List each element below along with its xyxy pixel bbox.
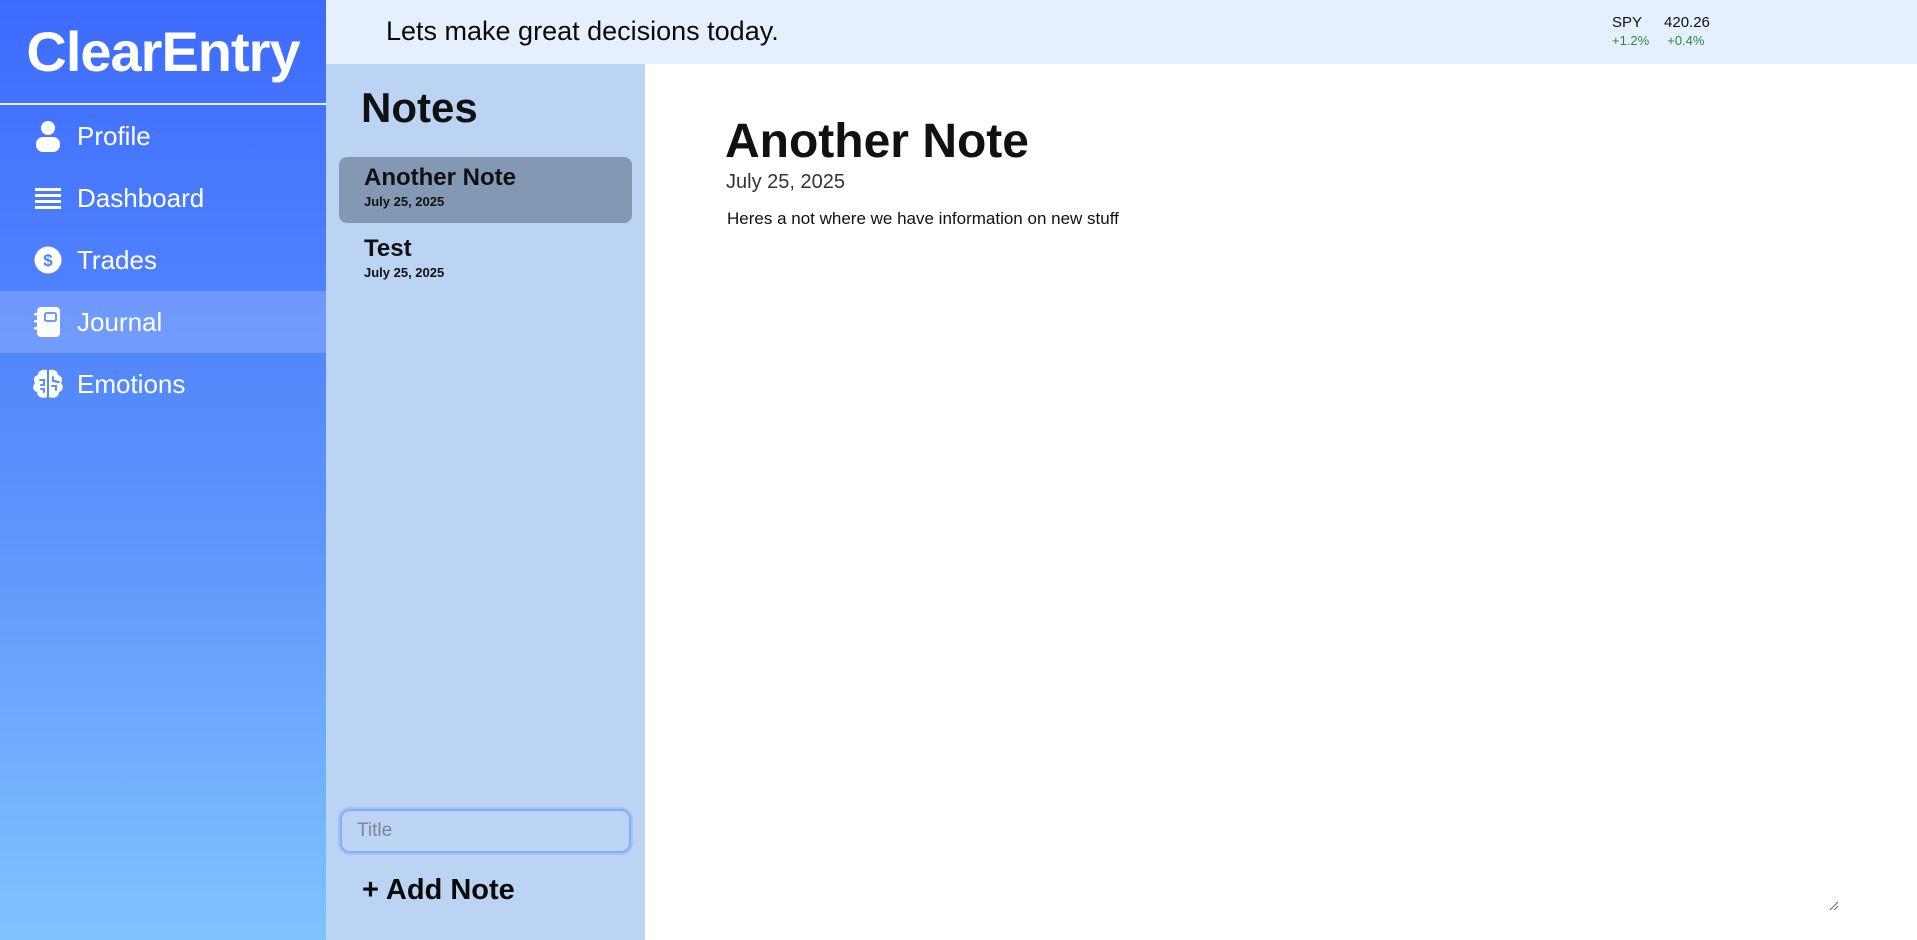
note-heading-date: July 25, 2025 [726,171,845,193]
ticker-change: +1.2% [1612,33,1650,48]
brain-icon [32,368,64,400]
sidebar-item-profile[interactable]: Profile [0,105,326,167]
ticker-symbol: SPY [1612,14,1643,31]
top-bar: Lets make great decisions today. SPY 420… [326,0,1917,64]
note-item-selected[interactable]: Another Note July 25, 2025 [339,157,632,223]
sidebar-item-label: Profile [77,120,151,151]
dollar-icon: $ [32,244,64,276]
add-note-button[interactable]: + Add Note [362,874,515,907]
note-date: July 25, 2025 [364,194,445,209]
sidebar-item-label: Trades [77,244,157,275]
sidebar-item-label: Journal [77,306,163,337]
note-title-input[interactable] [340,809,631,853]
notes-panel: Notes Another Note July 25, 2025 Test Ju… [326,64,645,940]
sidebar-item-dashboard[interactable]: Dashboard [0,167,326,229]
list-icon [32,182,64,214]
sidebar-item-journal[interactable]: Journal [0,291,326,353]
notebook-icon [32,306,64,338]
ticker-price: 420.26 [1664,14,1710,31]
note-editor: Another Note July 25, 2025 Heres a not w… [645,64,1917,940]
note-heading: Another Note [725,115,1029,168]
note-item[interactable]: Test July 25, 2025 [339,228,632,294]
sidebar-item-emotions[interactable]: Emotions [0,353,326,415]
note-body-textarea[interactable]: Heres a not where we have information on… [725,207,1837,909]
resize-handle-icon[interactable] [1828,900,1838,910]
ticker-change-secondary: +0.4% [1667,33,1705,48]
sidebar-item-label: Dashboard [77,182,205,213]
sidebar-item-trades[interactable]: $ Trades [0,229,326,291]
sidebar: ClearEntry Profile Dashboard $ Trades Jo… [0,0,326,940]
notes-title: Notes [361,84,478,131]
stock-ticker: SPY 420.26 +1.2% +0.4% [1612,14,1710,50]
note-title: Test [364,235,412,262]
brand-name: ClearEntry [26,20,300,83]
user-icon [32,120,64,152]
brand-logo[interactable]: ClearEntry [0,0,326,105]
svg-text:$: $ [43,251,53,270]
tagline: Lets make great decisions today. [386,16,779,46]
sidebar-item-label: Emotions [77,368,186,399]
note-title: Another Note [364,164,516,191]
note-date: July 25, 2025 [364,265,445,280]
